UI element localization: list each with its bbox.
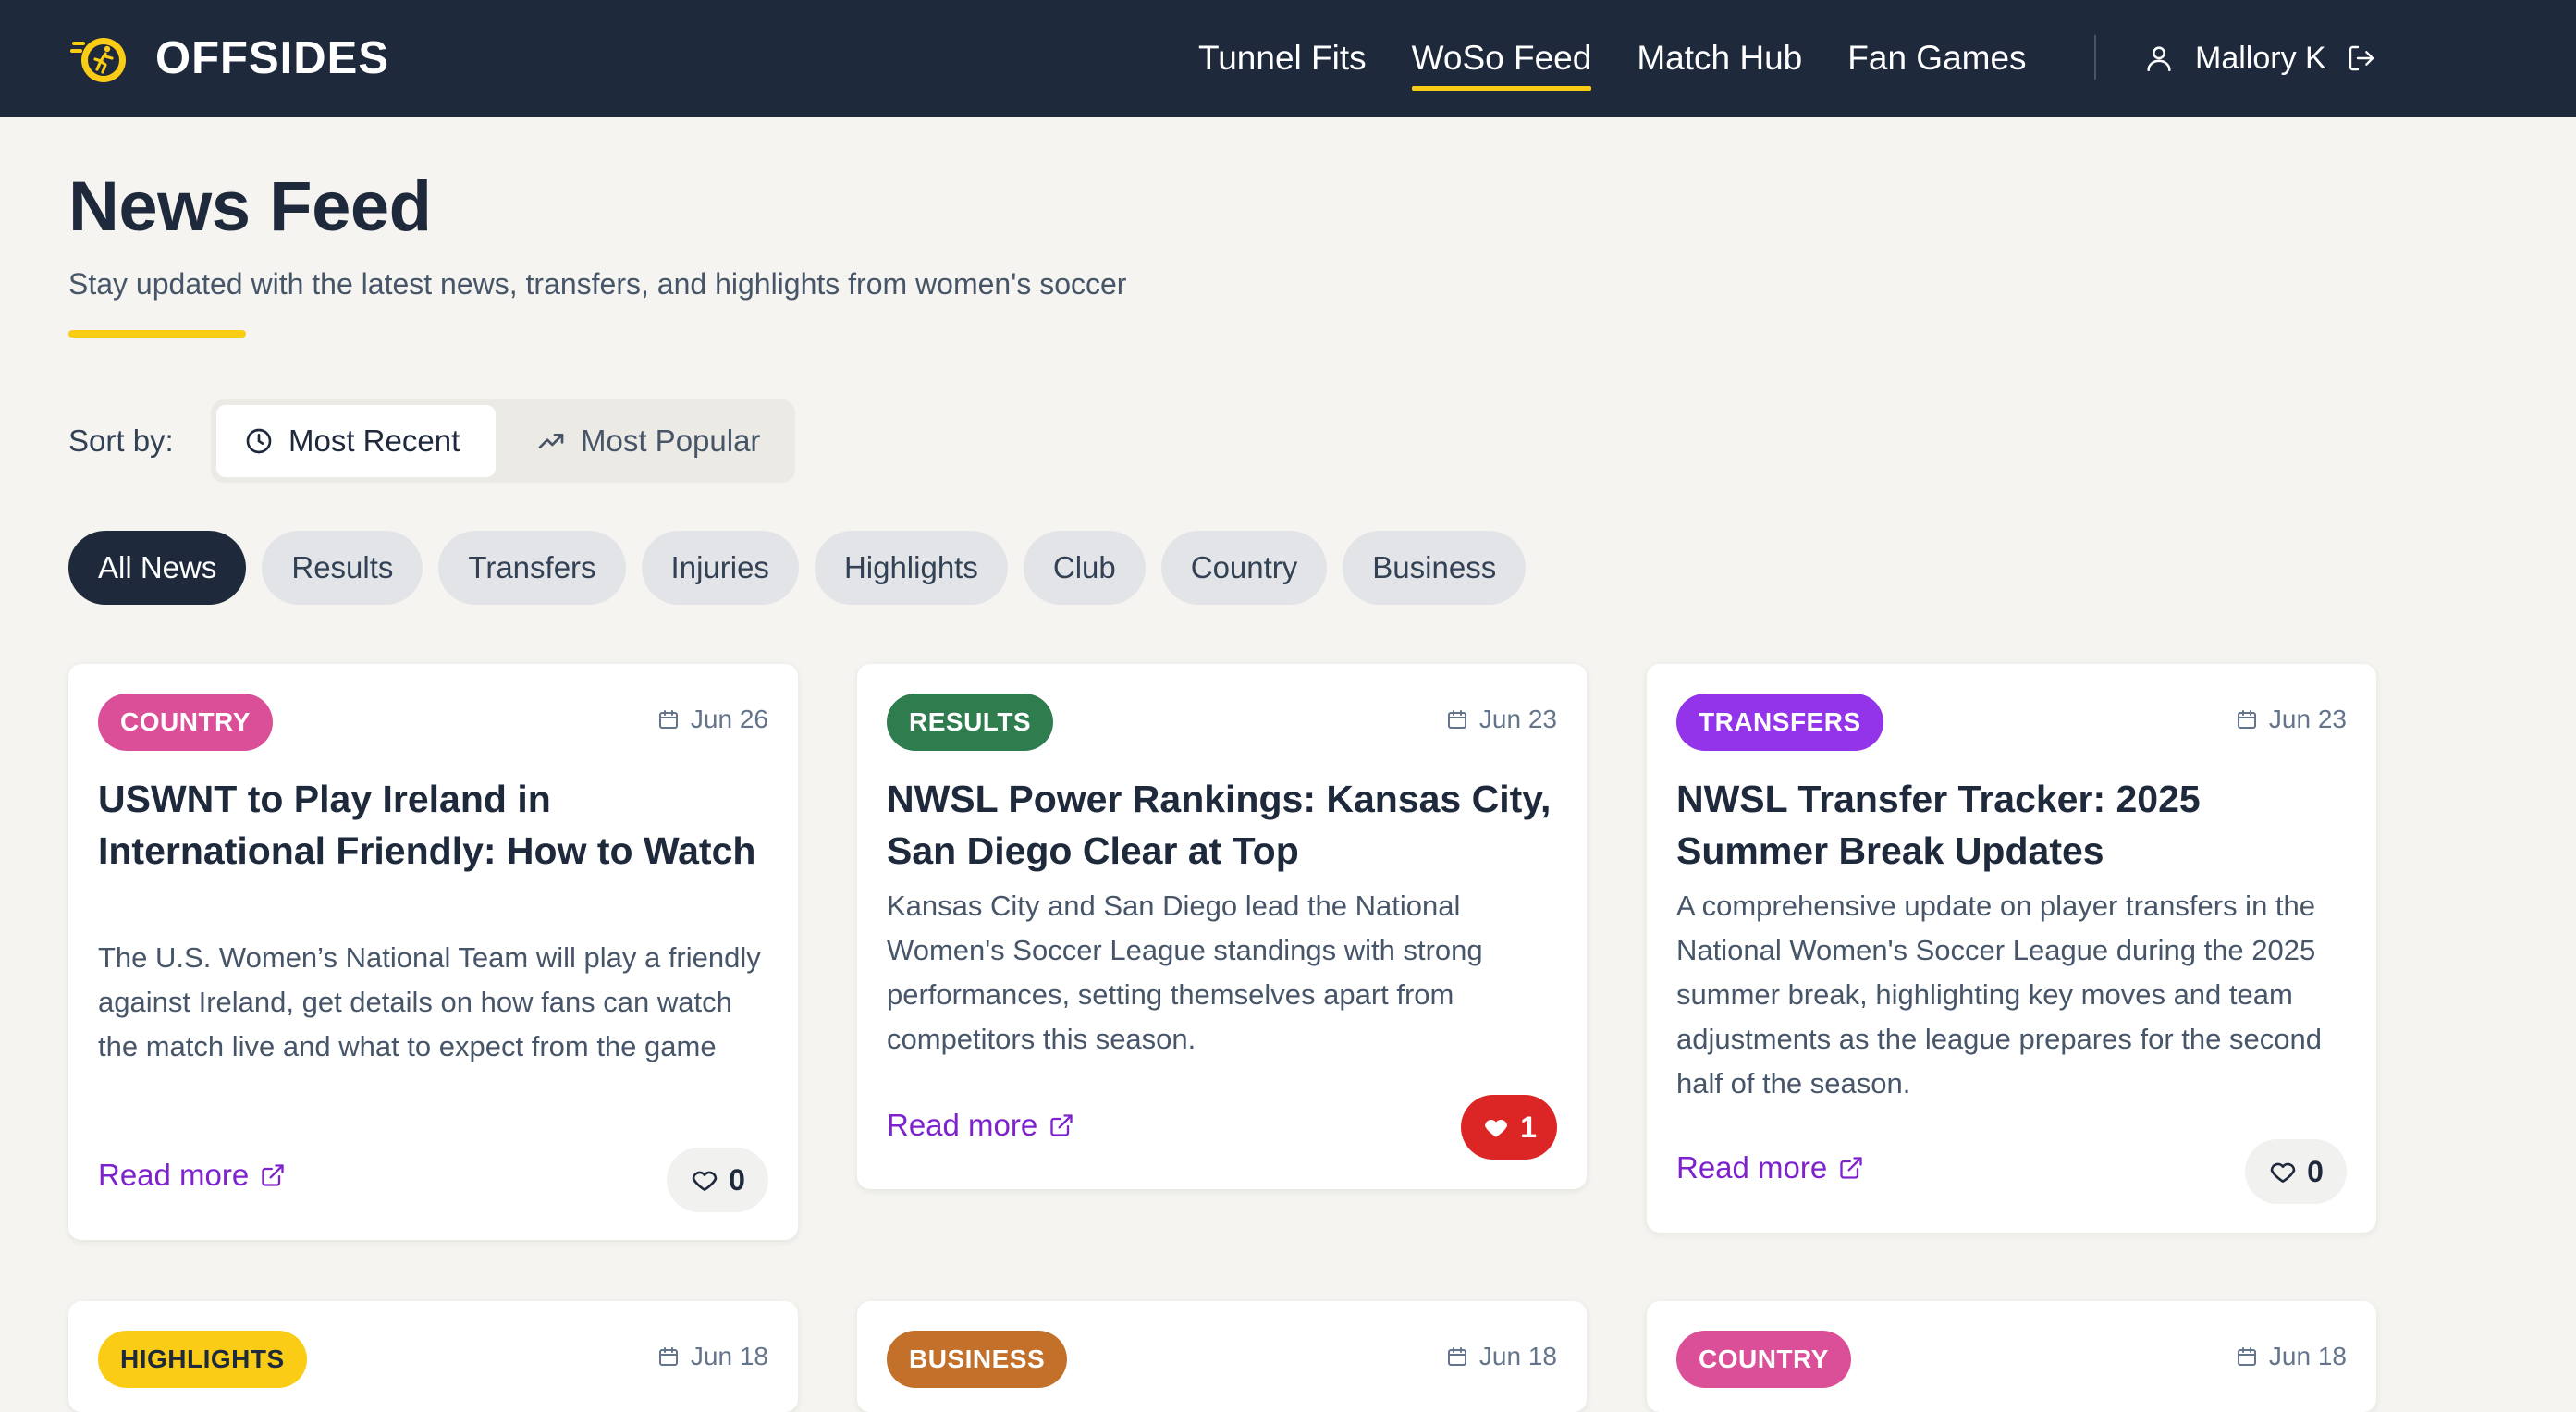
card-description: A comprehensive update on player transfe…: [1676, 890, 2322, 1099]
category-badge: HIGHLIGHTS: [98, 1331, 307, 1388]
card-description: Kansas City and San Diego lead the Natio…: [887, 890, 1483, 1055]
title-underline: [68, 330, 246, 338]
external-link-icon: [1840, 1157, 1862, 1179]
user-icon: [2147, 46, 2171, 72]
calendar-icon: [658, 1347, 678, 1366]
card-date: Jun 23: [1446, 705, 1557, 734]
read-more-link[interactable]: Read more: [98, 1158, 286, 1193]
filter-highlights[interactable]: Highlights: [814, 531, 1008, 605]
page-title: News Feed: [68, 167, 432, 246]
top-navbar: OFFSIDES Tunnel Fits WoSo Feed Match Hub…: [0, 0, 2576, 117]
news-card: COUNTRY Jun 18: [1647, 1301, 2376, 1412]
filter-injuries[interactable]: Injuries: [641, 531, 799, 605]
sort-toggle-group: Most Recent Most Popular: [211, 399, 795, 483]
external-link-icon: [1050, 1114, 1073, 1136]
card-date-text: Jun 18: [2268, 1342, 2347, 1370]
read-more-link[interactable]: Read more: [887, 1108, 1074, 1143]
trending-up-icon: [538, 434, 564, 448]
calendar-icon: [2237, 710, 2256, 729]
calendar-icon: [1447, 1347, 1466, 1366]
sort-most-recent-button[interactable]: Most Recent: [216, 405, 496, 477]
user-name[interactable]: Mallory K: [2195, 41, 2326, 77]
brand-name: OFFSIDES: [155, 33, 390, 83]
like-count: 1: [1520, 1110, 1537, 1144]
sort-most-recent-label: Most Recent: [288, 424, 460, 458]
card-date: Jun 26: [657, 705, 768, 734]
card-date-text: Jun 23: [1478, 705, 1557, 733]
user-menu: Mallory K: [2143, 33, 2376, 83]
sort-most-popular-label: Most Popular: [581, 424, 761, 458]
category-badge: BUSINESS: [887, 1331, 1068, 1388]
clock-icon: [246, 428, 272, 454]
nav-match-hub[interactable]: Match Hub: [1637, 39, 1802, 78]
heart-outline-icon: [692, 1171, 718, 1191]
category-badge: RESULTS: [887, 694, 1054, 751]
card-date-text: Jun 18: [1478, 1342, 1557, 1370]
offsides-logo-icon: [70, 38, 126, 82]
read-more-label: Read more: [1676, 1150, 1828, 1185]
read-more-label: Read more: [98, 1158, 250, 1192]
card-date-text: Jun 26: [690, 705, 768, 733]
calendar-icon: [2237, 1347, 2256, 1366]
logout-icon[interactable]: [2347, 43, 2376, 73]
read-more-link[interactable]: Read more: [1676, 1150, 1864, 1185]
read-more-label: Read more: [887, 1108, 1038, 1142]
card-date: Jun 18: [2236, 1342, 2347, 1371]
filter-all-news[interactable]: All News: [68, 531, 247, 605]
nav-fan-games[interactable]: Fan Games: [1847, 39, 2026, 78]
heart-filled-icon: [1485, 1120, 1508, 1137]
category-filters: All News Results Transfers Injuries High…: [68, 531, 1527, 605]
category-badge: COUNTRY: [98, 694, 273, 751]
filter-country[interactable]: Country: [1160, 531, 1328, 605]
category-badge: COUNTRY: [1676, 1331, 1851, 1388]
page-subtitle: Stay updated with the latest news, trans…: [68, 267, 1127, 301]
filter-results[interactable]: Results: [262, 531, 423, 605]
card-date-text: Jun 18: [690, 1342, 768, 1370]
like-button[interactable]: 0: [2245, 1139, 2347, 1204]
news-card: RESULTS Jun 23 NWSL Power Rankings: Kans…: [857, 664, 1587, 1189]
calendar-icon: [1447, 710, 1466, 729]
like-button[interactable]: 1: [1461, 1095, 1557, 1160]
filter-club[interactable]: Club: [1023, 531, 1146, 605]
card-date: Jun 18: [1446, 1342, 1557, 1371]
card-date: Jun 18: [657, 1342, 768, 1371]
brand[interactable]: OFFSIDES: [70, 31, 389, 86]
card-title[interactable]: NWSL Power Rankings: Kansas City, San Di…: [887, 773, 1557, 877]
sort-label: Sort by:: [68, 424, 174, 458]
card-title[interactable]: NWSL Transfer Tracker: 2025 Summer Break…: [1676, 773, 2347, 877]
nav-tunnel-fits[interactable]: Tunnel Fits: [1198, 39, 1367, 78]
news-card: HIGHLIGHTS Jun 18: [68, 1301, 798, 1412]
like-count: 0: [729, 1162, 745, 1197]
card-date: Jun 23: [2236, 705, 2347, 734]
news-card: TRANSFERS Jun 23 NWSL Transfer Tracker: …: [1647, 664, 2376, 1233]
external-link-icon: [262, 1164, 284, 1186]
news-card: COUNTRY Jun 26 USWNT to Play Ireland in …: [68, 664, 798, 1240]
card-date-text: Jun 23: [2268, 705, 2347, 733]
main-nav: Tunnel Fits WoSo Feed Match Hub Fan Game…: [1198, 26, 2072, 91]
like-button[interactable]: 0: [667, 1148, 768, 1212]
nav-divider: [2094, 35, 2096, 80]
news-card: BUSINESS Jun 18: [857, 1301, 1587, 1412]
card-description: The U.S. Women’s National Team will play…: [98, 941, 761, 1062]
heart-outline-icon: [2270, 1162, 2296, 1183]
filter-transfers[interactable]: Transfers: [438, 531, 626, 605]
like-count: 0: [2307, 1154, 2324, 1188]
filter-business[interactable]: Business: [1343, 531, 1527, 605]
card-title[interactable]: USWNT to Play Ireland in International F…: [98, 773, 768, 877]
category-badge: TRANSFERS: [1676, 694, 1883, 751]
nav-woso-feed[interactable]: WoSo Feed: [1411, 39, 1591, 91]
sort-most-popular-button[interactable]: Most Popular: [509, 405, 790, 477]
calendar-icon: [658, 710, 678, 729]
